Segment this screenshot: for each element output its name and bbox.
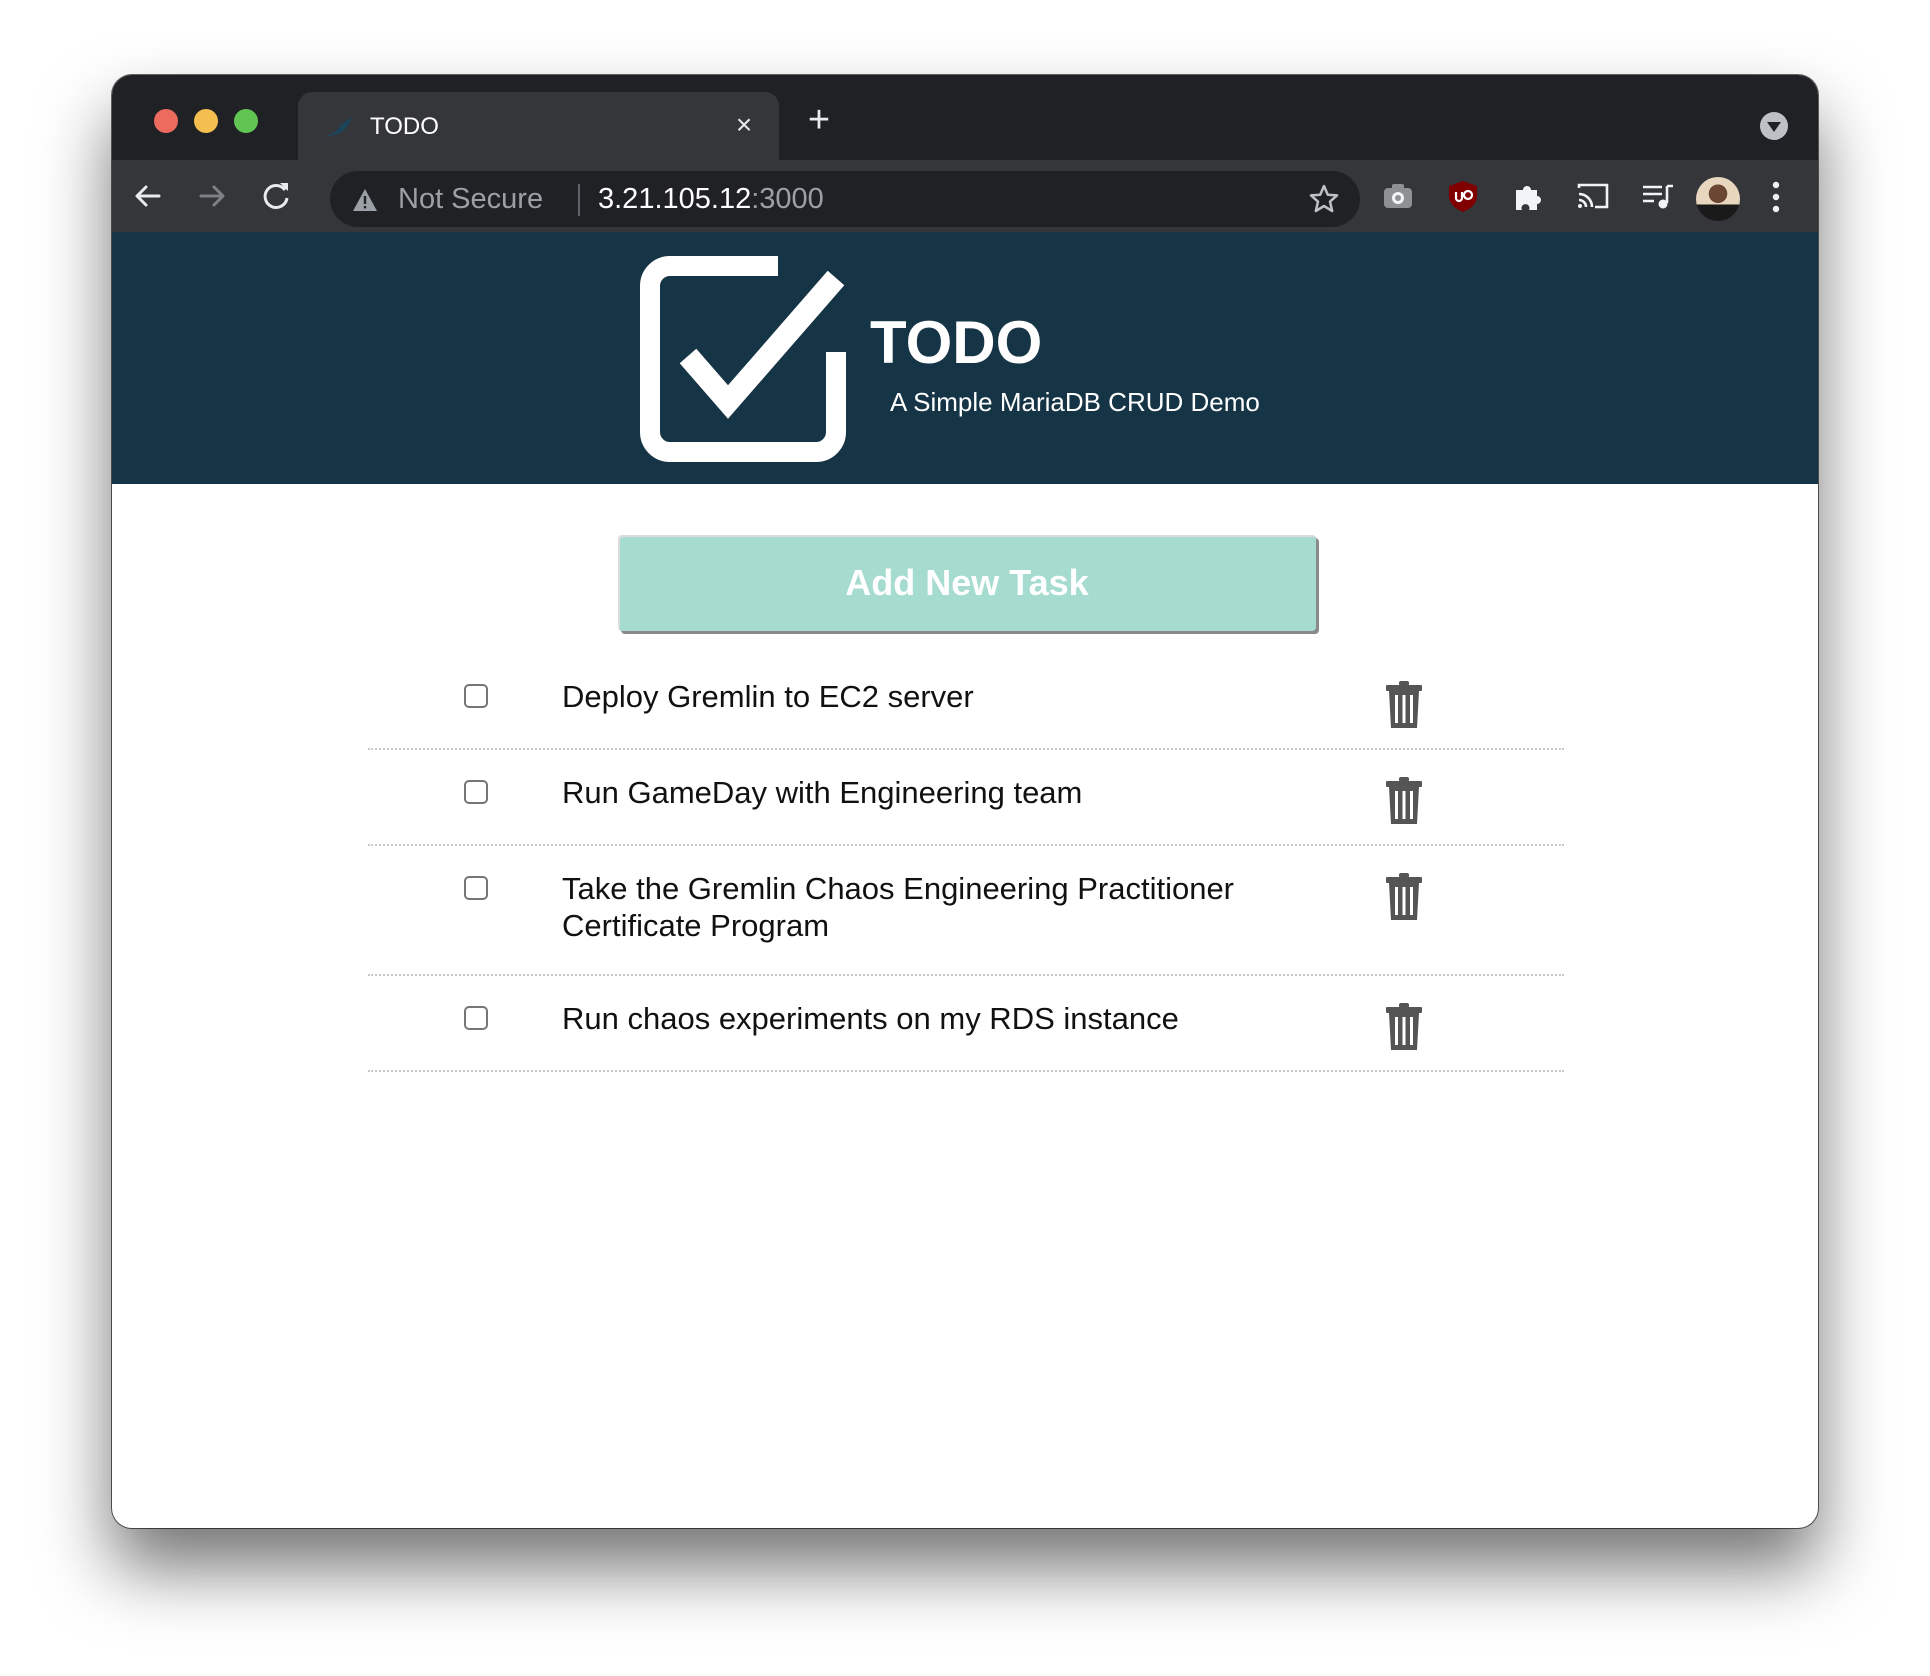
tab-close-button[interactable]: × [727,108,761,142]
back-button[interactable] [126,174,170,218]
task-item: Deploy Gremlin to EC2 server [368,654,1564,750]
task-list: Deploy Gremlin to EC2 server Run GameDay… [368,654,1564,1072]
task-checkbox[interactable] [464,1006,488,1030]
forward-icon [199,185,225,207]
browser-toolbar: Not Secure 3.21.105.12:3000 [112,160,1818,232]
address-separator [578,184,580,216]
url-port: :3000 [751,183,824,215]
task-text[interactable]: Run chaos experiments on my RDS instance [562,1000,1302,1037]
task-item: Take the Gremlin Chaos Engineering Pract… [368,846,1564,976]
trash-icon[interactable] [1385,776,1423,826]
warning-icon [353,189,377,211]
url-text[interactable]: 3.21.105.12:3000 [598,183,824,215]
cast-icon[interactable] [1575,178,1611,214]
address-bar[interactable]: Not Secure 3.21.105.12:3000 [330,171,1360,227]
menu-dots-icon[interactable] [1764,177,1788,217]
bookmark-star-icon[interactable] [1308,183,1340,215]
task-checkbox[interactable] [464,876,488,900]
app-subtitle: A Simple MariaDB CRUD Demo [890,387,1260,417]
new-tab-button[interactable]: + [802,101,836,139]
task-text[interactable]: Deploy Gremlin to EC2 server [562,678,1302,715]
task-text[interactable]: Take the Gremlin Chaos Engineering Pract… [562,870,1302,944]
add-new-task-button[interactable]: Add New Task [618,535,1316,631]
task-item: Run chaos experiments on my RDS instance [368,976,1564,1072]
security-status[interactable]: Not Secure [398,183,543,215]
close-window-button[interactable] [154,109,178,133]
browser-window: TODO × + Not Secure 3.21.105.12:3000 TOD… [112,75,1818,1528]
checkbox-logo-icon [640,256,846,462]
tab-title: TODO [370,113,439,140]
browser-tab-todo[interactable]: TODO × [298,92,779,160]
ublock-origin-icon[interactable] [1445,178,1481,214]
reload-button[interactable] [254,174,298,218]
forward-button[interactable] [190,174,234,218]
back-icon [135,185,161,207]
url-host: 3.21.105.12 [598,183,752,215]
task-checkbox[interactable] [464,780,488,804]
trash-icon[interactable] [1385,872,1423,922]
trash-icon[interactable] [1385,1002,1423,1052]
tab-search-button[interactable] [1760,112,1788,140]
camera-extension-icon[interactable] [1380,178,1416,214]
media-queue-icon[interactable] [1640,178,1676,214]
app-header: TODO A Simple MariaDB CRUD Demo [112,232,1818,484]
reload-icon [263,183,289,209]
profile-avatar[interactable] [1696,177,1740,221]
tab-bar: TODO × + [112,75,1818,160]
task-item: Run GameDay with Engineering team [368,750,1564,846]
maximize-window-button[interactable] [234,109,258,133]
mariadb-seal-icon [325,117,352,137]
trash-icon[interactable] [1385,680,1423,730]
app-title: TODO [870,309,1043,376]
extensions-puzzle-icon[interactable] [1510,178,1546,214]
minimize-window-button[interactable] [194,109,218,133]
task-checkbox[interactable] [464,684,488,708]
task-text[interactable]: Run GameDay with Engineering team [562,774,1302,811]
